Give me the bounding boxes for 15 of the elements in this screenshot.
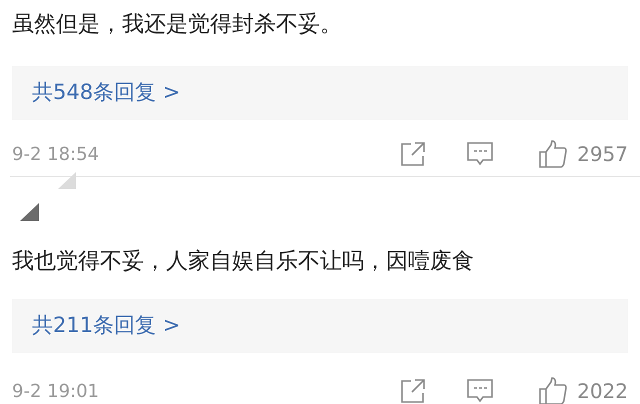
comment-time: 9-2 19:01	[12, 380, 99, 404]
comment-icon[interactable]	[467, 378, 494, 404]
replies-link[interactable]: 共548条回复 >	[12, 66, 628, 120]
thumbs-up-icon[interactable]	[539, 140, 568, 168]
replies-link[interactable]: 共211条回复 >	[12, 299, 628, 353]
share-icon[interactable]	[401, 142, 426, 166]
comment-icon[interactable]	[467, 141, 494, 167]
like-count: 2022	[577, 378, 628, 404]
comment-text: 虽然但是，我还是觉得封杀不妥。	[12, 14, 343, 36]
share-icon[interactable]	[401, 379, 426, 403]
thumbs-up-icon[interactable]	[539, 377, 568, 404]
comment-text: 我也觉得不妥，人家自娱自乐不让吗，因噎废食	[12, 251, 475, 273]
like-count: 2957	[577, 141, 628, 168]
corner-mark-icon	[20, 202, 39, 221]
comment-time: 9-2 18:54	[12, 142, 99, 166]
